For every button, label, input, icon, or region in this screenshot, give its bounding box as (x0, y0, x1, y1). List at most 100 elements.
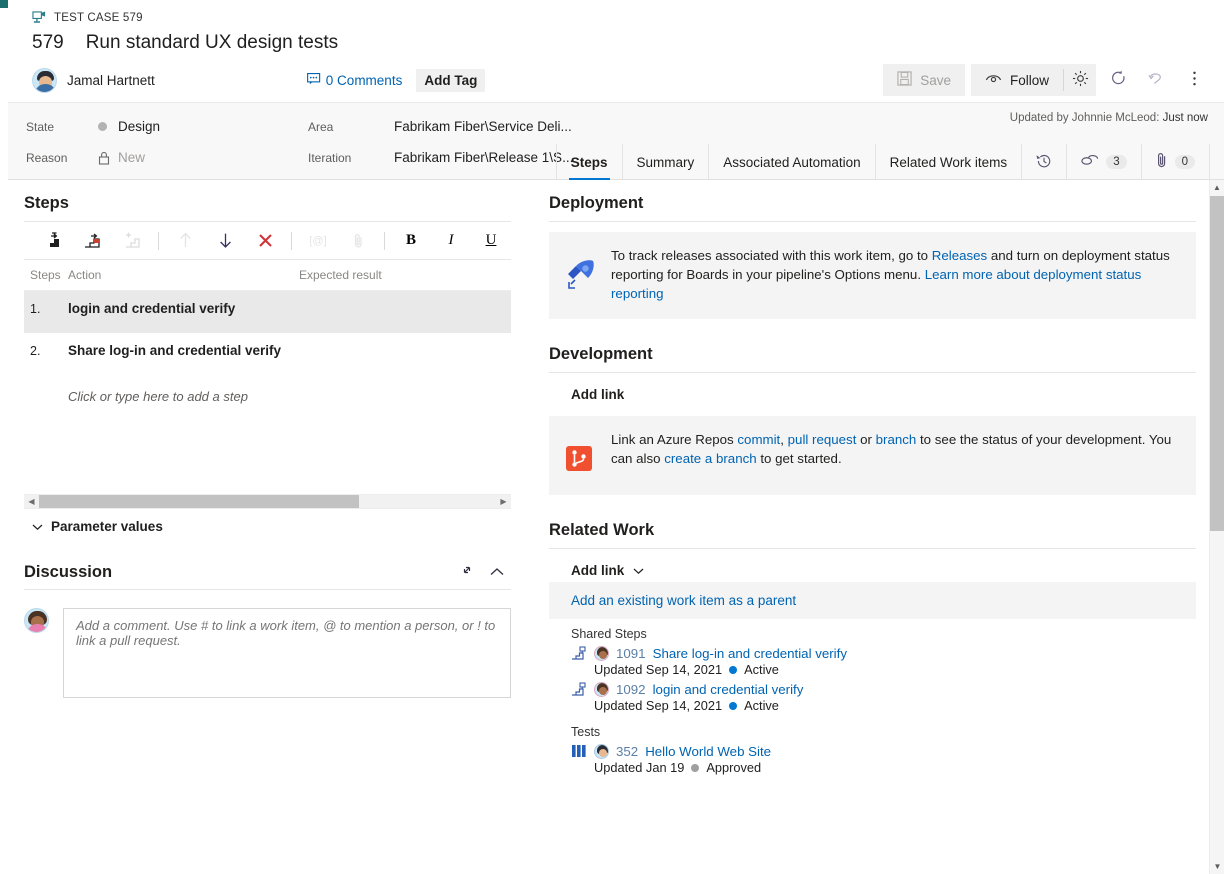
table-row[interactable]: 2. Share log-in and credential verify (24, 333, 511, 375)
scroll-thumb[interactable] (39, 495, 359, 508)
delete-icon[interactable] (245, 226, 285, 256)
status-badge: Active (744, 662, 779, 677)
move-up-icon (165, 226, 205, 256)
status-badge: Active (744, 698, 779, 713)
work-item-body: Steps [@] B I U Steps Action Expected re… (8, 180, 1224, 874)
assigned-to[interactable]: Jamal Hartnett (32, 67, 155, 93)
save-label: Save (920, 72, 951, 88)
refresh-icon (1110, 70, 1127, 90)
step-action[interactable]: login and credential verify (68, 301, 299, 316)
tab-associated-automation[interactable]: Associated Automation (709, 144, 876, 180)
insert-step-icon[interactable] (32, 226, 72, 256)
discussion-title: Discussion (24, 563, 113, 581)
undo-button[interactable] (1140, 64, 1172, 96)
follow-button[interactable]: Follow (970, 64, 1063, 96)
scroll-thumb[interactable] (1210, 196, 1224, 531)
area-value: Fabrikam Fiber\Service Deli... (394, 119, 572, 134)
attachments-count: 0 (1174, 155, 1195, 169)
related-item-link[interactable]: Hello World Web Site (645, 744, 771, 759)
refresh-button[interactable] (1102, 64, 1134, 96)
steps-column: Steps [@] B I U Steps Action Expected re… (8, 180, 533, 874)
italic-icon[interactable]: I (431, 226, 471, 256)
iteration-value: Fabrikam Fiber\Release 1\S... (394, 150, 574, 165)
add-step-placeholder[interactable]: Click or type here to add a step (24, 375, 511, 418)
expand-icon[interactable] (459, 562, 475, 583)
bold-icon[interactable]: B (391, 226, 431, 256)
lock-icon (98, 151, 118, 165)
discussion-header: Discussion (24, 562, 511, 590)
related-item-id: 1092 (616, 682, 646, 697)
discussion-section: Discussion (24, 562, 511, 698)
branch-link[interactable]: branch (876, 432, 917, 447)
steps-horizontal-scrollbar[interactable]: ◀ ▶ (24, 494, 511, 509)
azure-repos-icon (563, 430, 597, 479)
list-item[interactable]: 352 Hello World Web Site Updated Jan 19 … (549, 743, 1196, 779)
scroll-up-arrow-icon[interactable]: ▲ (1210, 180, 1224, 195)
pull-request-link[interactable]: pull request (788, 432, 857, 447)
step-action[interactable]: Share log-in and credential verify (68, 343, 299, 358)
related-work-add-link-button[interactable]: Add link (549, 551, 1196, 582)
steps-grid-header: Steps Action Expected result (24, 260, 511, 291)
fields-strip: State Design Reason New Area Fabrikam Fi… (8, 102, 1224, 180)
collapse-icon[interactable] (489, 564, 505, 582)
follow-icon (985, 72, 1002, 88)
releases-link[interactable]: Releases (932, 248, 987, 263)
move-down-icon[interactable] (205, 226, 245, 256)
save-button[interactable]: Save (883, 64, 965, 96)
related-item-title-row: 352 Hello World Web Site (571, 744, 1196, 759)
divider (291, 231, 292, 250)
tab-related-work-items[interactable]: Related Work items (876, 144, 1023, 180)
more-actions-button[interactable] (1178, 64, 1210, 96)
attachment-icon (1156, 152, 1168, 172)
avatar (24, 608, 49, 633)
status-badge: Approved (706, 760, 762, 775)
avatar (594, 646, 609, 661)
commit-link[interactable]: commit (737, 432, 780, 447)
insert-shared-step-icon[interactable] (72, 226, 112, 256)
development-add-link-label: Add link (571, 387, 625, 402)
scroll-down-arrow-icon[interactable]: ▼ (1210, 859, 1224, 874)
related-item-meta: Updated Jan 19 Approved (571, 760, 1196, 775)
related-item-title-row: 1091 Share log-in and credential verify (571, 646, 1196, 661)
tab-history[interactable] (1022, 144, 1068, 180)
deployment-text-1: To track releases associated with this w… (611, 248, 932, 263)
scroll-left-arrow-icon[interactable]: ◀ (24, 495, 39, 508)
tab-steps[interactable]: Steps (555, 144, 623, 180)
scroll-right-arrow-icon[interactable]: ▶ (496, 495, 511, 508)
page-vertical-scrollbar[interactable]: ▲ ▼ (1209, 180, 1224, 874)
tab-links[interactable]: 3 (1067, 144, 1142, 180)
field-state[interactable]: State Design (26, 111, 308, 142)
header-meta-row: Jamal Hartnett 0 Comments Add Tag Save F… (8, 62, 1224, 102)
list-item[interactable]: 1092 login and credential verify Updated… (549, 681, 1196, 717)
follow-group: Follow (970, 64, 1096, 96)
steps-toolbar: [@] B I U (24, 222, 511, 260)
assignee-name: Jamal Hartnett (67, 72, 155, 88)
updated-by-status: Updated by Johnnie McLeod: Just now (1010, 112, 1208, 124)
breadcrumb[interactable]: TEST CASE 579 (8, 6, 1224, 28)
tab-summary[interactable]: Summary (623, 144, 710, 180)
state-label: State (26, 119, 55, 134)
field-area[interactable]: Area Fabrikam Fiber\Service Deli... (308, 111, 608, 142)
comment-input[interactable] (63, 608, 511, 698)
tab-attachments[interactable]: 0 (1142, 144, 1210, 180)
related-work-add-link-label: Add link (571, 563, 625, 578)
comments-link[interactable]: 0 Comments (306, 73, 402, 88)
settings-button[interactable] (1064, 64, 1096, 96)
related-item-link[interactable]: login and credential verify (653, 682, 804, 697)
related-item-link[interactable]: Share log-in and credential verify (653, 646, 847, 661)
details-column: Deployment To track releases associated … (533, 180, 1224, 874)
add-tag-button[interactable]: Add Tag (416, 68, 486, 92)
scroll-track[interactable] (39, 495, 496, 508)
development-add-link-button[interactable]: Add link (549, 375, 1196, 406)
table-row[interactable]: 1. login and credential verify (24, 291, 511, 333)
underline-icon[interactable]: U (471, 226, 511, 256)
add-parent-link[interactable]: Add an existing work item as a parent (549, 582, 1196, 619)
page-title[interactable]: Run standard UX design tests (86, 32, 338, 54)
development-section: Development Add link Link an Azure Repos… (549, 345, 1196, 495)
list-item[interactable]: 1091 Share log-in and credential verify … (549, 645, 1196, 681)
create-branch-link[interactable]: create a branch (664, 451, 756, 466)
parameter-values-toggle[interactable]: Parameter values (24, 509, 511, 534)
work-item-type-accent-bar (0, 0, 8, 8)
related-item-meta: Updated Sep 14, 2021 Active (571, 698, 1196, 713)
field-reason[interactable]: Reason New (26, 142, 308, 173)
